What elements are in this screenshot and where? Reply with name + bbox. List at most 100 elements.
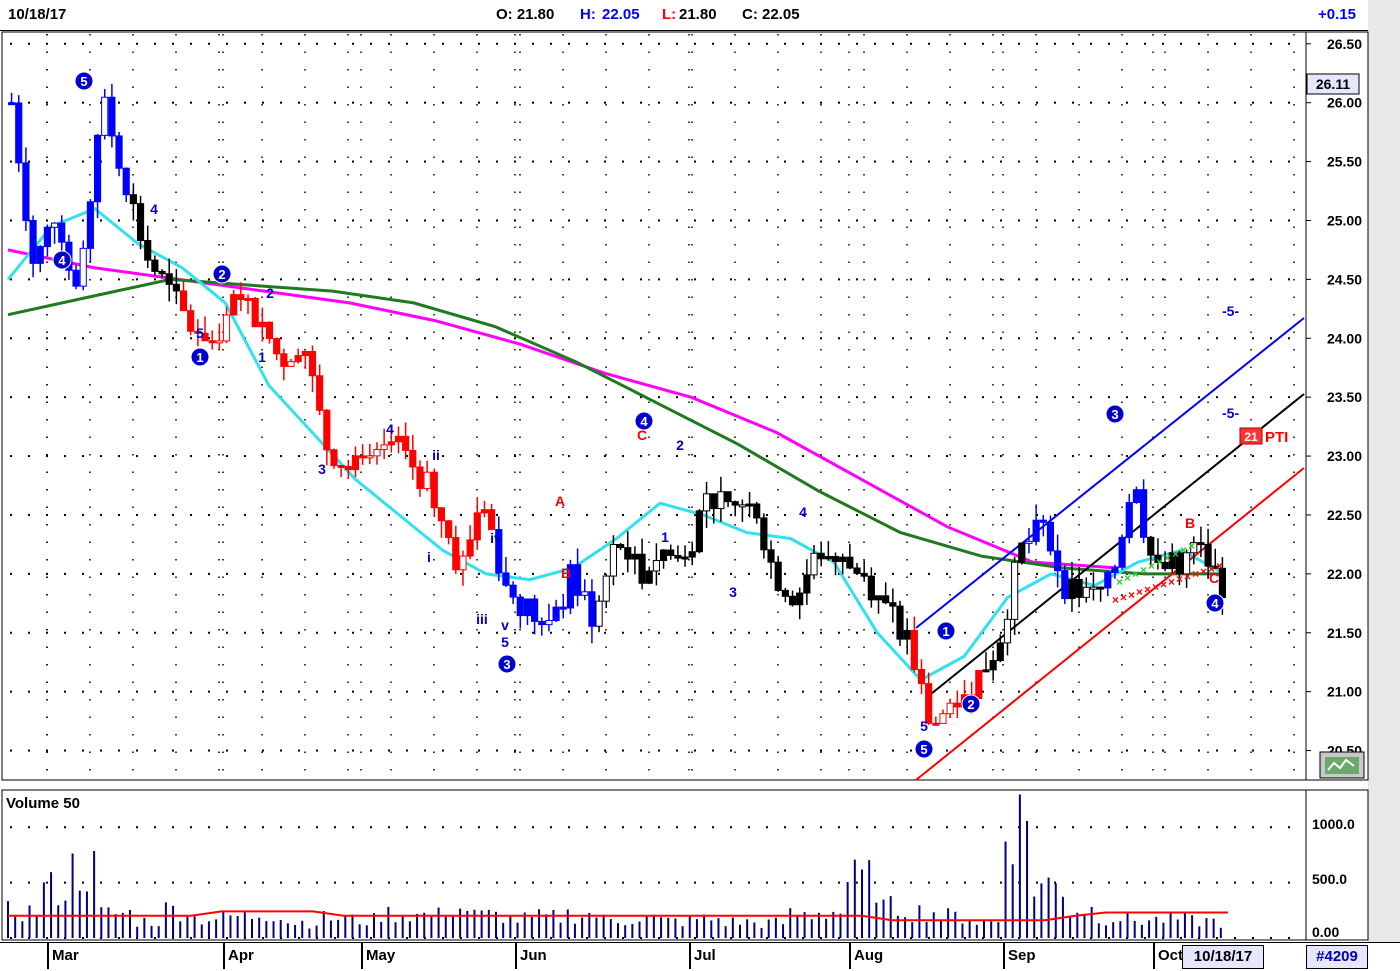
grid-dot [334,749,336,752]
candle-body [624,547,632,560]
grid-dot [1288,690,1290,693]
grid-dot [694,749,696,752]
grid-dot [460,160,462,163]
grid-dot [514,337,516,340]
volume-grid-dot [820,826,822,829]
grid-dot [370,396,372,399]
grid-dot [622,631,624,634]
grid-dot [496,219,498,222]
volume-grid-dot [154,937,156,939]
grid-dot [352,631,354,634]
grid-dot [118,42,120,45]
grid-dot [982,749,984,752]
grid-dot [46,219,48,222]
grid-dot [1000,690,1002,693]
grid-dot [586,337,588,340]
grid-dot [172,455,174,458]
grid-dot [334,278,336,281]
candle-body [946,702,954,715]
grid-dot [172,572,174,575]
grid-dot [406,396,408,399]
grid-dot [1234,631,1236,634]
grid-dot [208,42,210,45]
grid-dot [478,631,480,634]
grid-dot [532,219,534,222]
grid-dot [784,455,786,458]
chart-id-box[interactable]: #4209 [1306,945,1368,969]
grid-dot [712,631,714,634]
grid-dot [1054,219,1056,222]
grid-dot [1000,631,1002,634]
volume-average-line [8,910,1228,922]
volume-tick-1000: 1000.0 [1312,816,1355,832]
grid-dot [586,42,588,45]
grid-dot [892,572,894,575]
candle-body [459,555,467,571]
grid-dot [1216,337,1218,340]
grid-dot [910,160,912,163]
grid-dot [298,455,300,458]
volume-grid-dot [478,881,480,884]
grid-dot [190,631,192,634]
grid-dot [370,42,372,45]
grid-dot [352,42,354,45]
grid-dot [424,572,426,575]
volume-title: Volume 50 [6,795,80,812]
volume-grid-dot [514,826,516,829]
candle-body [308,350,317,377]
grid-dot [1108,101,1110,104]
grid-dot [514,631,516,634]
grid-dot [406,690,408,693]
grid-dot [712,572,714,575]
grid-dot [676,42,678,45]
grid-dot [190,101,192,104]
wave-label-text: 2 [266,285,274,301]
grid-dot [82,572,84,575]
grid-dot [388,219,390,222]
red-cross-marker: × [1168,575,1175,589]
wave-label-text: v [501,617,509,633]
candle-body [545,620,553,626]
grid-dot [190,690,192,693]
volume-grid-dot [478,826,480,829]
candle-body [745,503,754,507]
grid-dot [208,690,210,693]
grid-dot [406,513,408,516]
grid-dot [1000,396,1002,399]
grid-dot [874,455,876,458]
chart-settings-icon[interactable] [1319,751,1365,779]
grid-dot [568,278,570,281]
grid-dot [784,396,786,399]
candle-body [1046,521,1055,552]
grid-dot [1216,101,1218,104]
grid-dot [1018,690,1020,693]
grid-dot [1108,337,1110,340]
candle-body [824,555,832,560]
grid-dot [1144,101,1146,104]
grid-dot [1288,572,1290,575]
wave-label-text: iv [490,530,502,546]
volume-grid-dot [1090,826,1092,829]
grid-dot [1000,101,1002,104]
wave-label-text: 4 [1211,596,1219,611]
grid-dot [100,690,102,693]
volume-grid-dot [1216,937,1218,939]
grid-dot [172,160,174,163]
grid-dot [1270,572,1272,575]
grid-dot [1180,101,1182,104]
grid-dot [316,42,318,45]
grid-dot [172,42,174,45]
grid-dot [748,455,750,458]
grid-dot [838,749,840,752]
grid-dot [10,455,12,458]
grid-dot [694,101,696,104]
grid-dot [964,160,966,163]
grid-dot [856,513,858,516]
grid-dot [1018,278,1020,281]
grid-dot [1198,631,1200,634]
grid-dot [928,101,930,104]
grid-dot [1252,455,1254,458]
grid-dot [766,749,768,752]
grid-dot [586,278,588,281]
candle-body [187,310,195,332]
